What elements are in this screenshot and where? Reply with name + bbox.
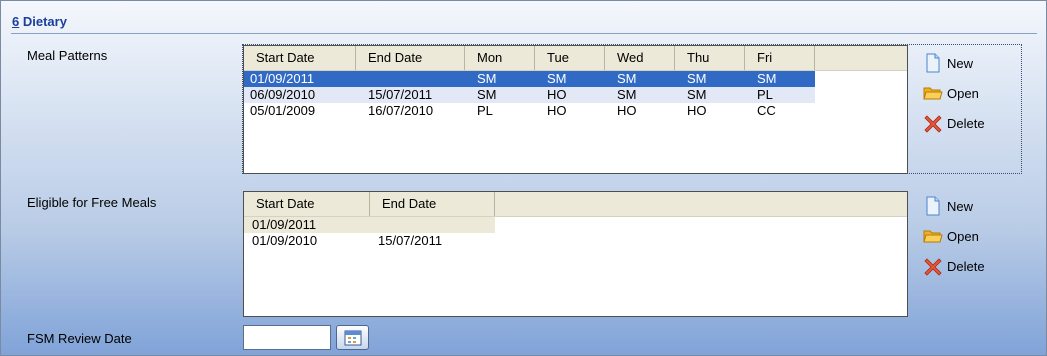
new-label: New (947, 198, 974, 214)
header-filler (495, 192, 907, 216)
cell-end-date: 15/07/2011 (378, 233, 443, 248)
open-folder-icon (923, 230, 943, 243)
free-meals-grid[interactable]: Start Date End Date 01/09/2011 01/09/201… (243, 191, 908, 317)
meal-patterns-open-button[interactable]: Open (923, 78, 985, 108)
cell-wed: SM (617, 87, 637, 102)
cell-start-date: 01/09/2010 (252, 233, 318, 248)
cell-end-date (362, 71, 471, 87)
column-header-thu[interactable]: Thu (675, 46, 745, 70)
cell-fri: SM (757, 71, 777, 86)
meal-patterns-new-button[interactable]: New (923, 48, 985, 78)
cell-start-date: 01/09/2011 (250, 71, 315, 86)
calendar-icon (344, 330, 361, 345)
free-meals-delete-button[interactable]: Delete (923, 251, 985, 281)
column-header-fri[interactable]: Fri (745, 46, 815, 70)
open-folder-icon (923, 87, 943, 100)
free-meals-open-button[interactable]: Open (923, 221, 985, 251)
cell-end-date (370, 217, 495, 233)
table-row[interactable]: 01/09/2011 (244, 217, 495, 233)
cell-start-date: 05/01/2009 (250, 103, 316, 118)
meal-patterns-header: Start Date End Date Mon Tue Wed Thu Fri (244, 46, 907, 71)
new-document-icon (926, 53, 940, 73)
cell-mon: SM (477, 71, 497, 86)
cell-wed: SM (617, 71, 637, 86)
table-row[interactable]: 01/09/2010 15/07/2011 (244, 233, 495, 249)
table-row[interactable]: 05/01/2009 16/07/2010 PL HO HO HO CC (244, 103, 815, 119)
delete-label: Delete (947, 258, 985, 274)
cell-tue: HO (547, 87, 567, 102)
column-header-end-date[interactable]: End Date (370, 192, 495, 216)
cell-thu: SM (687, 71, 707, 86)
new-label: New (947, 55, 974, 71)
cell-tue: HO (547, 103, 567, 118)
section-title-text: Dietary (22, 14, 67, 29)
cell-start-date: 01/09/2011 (252, 217, 317, 232)
column-header-tue[interactable]: Tue (535, 46, 605, 70)
cell-fri: PL (757, 87, 773, 102)
meal-patterns-actions: New Open Delete (923, 48, 985, 138)
column-header-wed[interactable]: Wed (605, 46, 675, 70)
free-meals-header: Start Date End Date (244, 192, 907, 217)
delete-x-icon (924, 115, 942, 133)
cell-start-date: 06/09/2010 (250, 87, 316, 102)
column-header-mon[interactable]: Mon (465, 46, 535, 70)
delete-x-icon (924, 258, 942, 276)
free-meals-label: Eligible for Free Meals (27, 195, 157, 210)
new-document-icon (926, 196, 940, 216)
cell-wed: HO (617, 103, 637, 118)
delete-label: Delete (947, 115, 985, 131)
free-meals-actions: New Open Delete (923, 191, 985, 281)
cell-end-date: 15/07/2011 (368, 87, 433, 102)
section-number: 6 (12, 14, 20, 29)
table-row[interactable]: 06/09/2010 15/07/2011 SM HO SM SM PL (244, 87, 815, 103)
fsm-calendar-button[interactable] (336, 325, 369, 350)
column-header-end-date[interactable]: End Date (356, 46, 465, 70)
header-filler (815, 46, 907, 70)
meal-patterns-delete-button[interactable]: Delete (923, 108, 985, 138)
open-label: Open (947, 228, 979, 244)
title-divider (11, 33, 1037, 34)
cell-fri: CC (757, 103, 776, 118)
open-label: Open (947, 85, 979, 101)
meal-patterns-grid[interactable]: Start Date End Date Mon Tue Wed Thu Fri … (243, 45, 908, 174)
cell-mon: PL (477, 103, 493, 118)
section-title: 6 Dietary (12, 14, 67, 29)
table-row[interactable]: 01/09/2011 SM SM SM SM SM (244, 71, 815, 87)
free-meals-new-button[interactable]: New (923, 191, 985, 221)
cell-end-date: 16/07/2010 (368, 103, 434, 118)
column-header-start-date[interactable]: Start Date (244, 46, 356, 70)
dietary-panel: 6 Dietary Meal Patterns Start Date End D… (0, 0, 1047, 356)
fsm-review-date-input[interactable] (243, 325, 331, 350)
meal-patterns-label: Meal Patterns (27, 48, 108, 63)
cell-thu: HO (687, 103, 707, 118)
column-header-start-date[interactable]: Start Date (244, 192, 370, 216)
cell-thu: SM (687, 87, 707, 102)
fsm-review-date-label: FSM Review Date (27, 331, 132, 346)
cell-tue: SM (547, 71, 567, 86)
cell-mon: SM (477, 87, 497, 102)
